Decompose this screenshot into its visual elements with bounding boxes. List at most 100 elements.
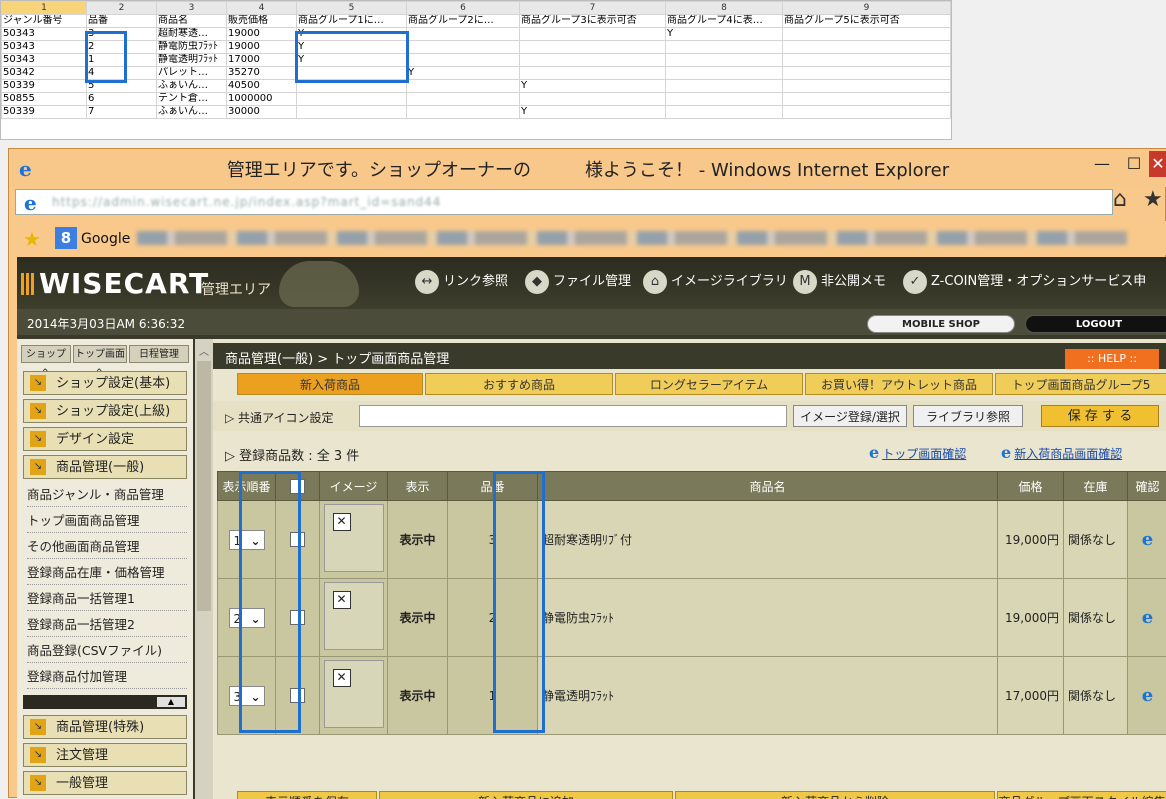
- sheet-cell[interactable]: [666, 54, 783, 67]
- logo[interactable]: WISECART: [39, 267, 209, 300]
- ie-preview-icon[interactable]: e: [1142, 607, 1153, 628]
- sheet-cell[interactable]: 50343: [2, 54, 87, 67]
- scroll-up-icon[interactable]: ︿: [195, 343, 213, 359]
- sheet-cell[interactable]: [666, 41, 783, 54]
- sheet-cell[interactable]: Y: [666, 28, 783, 41]
- google-favorite-link[interactable]: Google: [81, 231, 130, 247]
- sheet-cell[interactable]: [666, 93, 783, 106]
- col-number[interactable]: 7: [520, 2, 666, 15]
- sidebar-section[interactable]: ↘商品管理(一般): [23, 455, 187, 479]
- sheet-cell[interactable]: [520, 41, 666, 54]
- logout-button[interactable]: LOGOUT: [1025, 315, 1166, 333]
- help-button[interactable]: :: HELP ::: [1065, 349, 1159, 369]
- common-icon-input[interactable]: [359, 405, 787, 427]
- sheet-cell[interactable]: [407, 106, 520, 119]
- address-bar[interactable]: e https://admin.wisecart.ne.jp/index.asp…: [15, 189, 1113, 215]
- sheet-cell[interactable]: [407, 93, 520, 106]
- scroll-thumb[interactable]: [197, 361, 211, 611]
- sheet-header-cell[interactable]: ジャンル番号: [2, 15, 87, 28]
- favorites-star-icon[interactable]: ★: [1143, 187, 1163, 212]
- sheet-cell[interactable]: Y: [407, 67, 520, 80]
- google-icon[interactable]: 8: [55, 227, 77, 249]
- sheet-cell[interactable]: 35270: [227, 67, 297, 80]
- save-button[interactable]: 保 存 す る: [1041, 405, 1159, 427]
- sheet-header-cell[interactable]: 商品グループ1に…: [297, 15, 407, 28]
- sheet-cell[interactable]: 50343: [2, 41, 87, 54]
- sheet-header-cell[interactable]: 商品グループ4に表…: [666, 15, 783, 28]
- col-number[interactable]: 2: [87, 2, 157, 15]
- maximize-button[interactable]: ☐: [1119, 151, 1149, 177]
- ie-preview-icon[interactable]: e: [1142, 529, 1153, 550]
- nav-button-2[interactable]: ⌂イメージライブラリ: [643, 269, 788, 295]
- sheet-cell[interactable]: [407, 41, 520, 54]
- sheet-cell[interactable]: 19000: [227, 41, 297, 54]
- sheet-header-cell[interactable]: 商品グループ3に表示可否: [520, 15, 666, 28]
- sheet-cell[interactable]: [783, 93, 951, 106]
- nav-button-0[interactable]: ↔リンク参照: [415, 269, 508, 295]
- mobile-shop-button[interactable]: MOBILE SHOP: [867, 315, 1015, 333]
- sheet-cell[interactable]: [666, 80, 783, 93]
- tab-1[interactable]: おすすめ商品: [425, 373, 613, 395]
- product-image[interactable]: ✕: [324, 582, 384, 650]
- sheet-cell[interactable]: [783, 67, 951, 80]
- sheet-cell[interactable]: 7: [87, 106, 157, 119]
- sheet-cell[interactable]: [520, 54, 666, 67]
- nav-button-3[interactable]: M非公開メモ: [793, 269, 886, 295]
- col-number[interactable]: 4: [227, 2, 297, 15]
- sidebar-link[interactable]: 登録商品付加管理: [27, 665, 187, 689]
- sheet-cell[interactable]: 50855: [2, 93, 87, 106]
- sidebar-mini-tab[interactable]: ショップへ: [21, 345, 71, 363]
- sheet-header-cell[interactable]: 商品グループ2に…: [407, 15, 520, 28]
- sheet-cell[interactable]: [783, 41, 951, 54]
- home-icon[interactable]: ⌂: [1113, 187, 1127, 212]
- col-number[interactable]: 1: [2, 2, 87, 15]
- sheet-cell[interactable]: 50339: [2, 80, 87, 93]
- sidebar-link[interactable]: 登録商品一括管理2: [27, 613, 187, 637]
- sheet-cell[interactable]: [520, 93, 666, 106]
- sheet-cell[interactable]: 40500: [227, 80, 297, 93]
- sidebar-link[interactable]: 商品登録(CSVファイル): [27, 639, 187, 663]
- sheet-cell[interactable]: 19000: [227, 28, 297, 41]
- sheet-cell[interactable]: [783, 80, 951, 93]
- sheet-cell[interactable]: [407, 80, 520, 93]
- sheet-cell[interactable]: 静電透明ﾌﾗｯﾄ: [157, 54, 227, 67]
- library-ref-button[interactable]: ライブラリ参照: [913, 405, 1023, 427]
- sheet-cell[interactable]: パレット…: [157, 67, 227, 80]
- sheet-cell[interactable]: テント倉…: [157, 93, 227, 106]
- top-page-check-link[interactable]: eトップ画面確認: [869, 443, 966, 462]
- minimize-button[interactable]: —: [1087, 151, 1117, 177]
- sidebar-link[interactable]: 登録商品在庫・価格管理: [27, 561, 187, 585]
- sheet-header-cell[interactable]: 品番: [87, 15, 157, 28]
- address-url[interactable]: https://admin.wisecart.ne.jp/index.asp?m…: [52, 195, 441, 209]
- tab-4[interactable]: トップ画面商品グループ5: [995, 373, 1166, 395]
- col-number[interactable]: 8: [666, 2, 783, 15]
- sheet-cell[interactable]: 1000000: [227, 93, 297, 106]
- sidebar-section[interactable]: ↘商品管理(特殊): [23, 715, 187, 739]
- nav-button-4[interactable]: ✓Z-COIN管理・オプションサービス申: [903, 269, 1146, 295]
- sidebar-section[interactable]: ↘注文管理: [23, 743, 187, 767]
- sheet-cell[interactable]: [783, 28, 951, 41]
- tab-2[interactable]: ロングセラーアイテム: [615, 373, 803, 395]
- product-image[interactable]: ✕: [324, 504, 384, 572]
- sheet-cell[interactable]: [520, 67, 666, 80]
- sheet-header-cell[interactable]: 商品名: [157, 15, 227, 28]
- new-arrival-check-link[interactable]: e新入荷商品画面確認: [1001, 443, 1122, 462]
- sidebar-section[interactable]: ↘デザイン設定: [23, 427, 187, 451]
- sidebar-section[interactable]: ↘ショップ設定(上級): [23, 399, 187, 423]
- sidebar-mini-tab[interactable]: トップ画面へ: [73, 345, 127, 363]
- add-favorite-icon[interactable]: ★: [23, 227, 41, 251]
- col-number[interactable]: 6: [407, 2, 520, 15]
- sheet-cell[interactable]: 50342: [2, 67, 87, 80]
- sheet-cell[interactable]: 6: [87, 93, 157, 106]
- sheet-cell[interactable]: 超耐寒透…: [157, 28, 227, 41]
- sidebar-section[interactable]: ↘一般管理: [23, 771, 187, 795]
- sidebar-link[interactable]: 商品ジャンル・商品管理: [27, 483, 187, 507]
- tab-3[interactable]: お買い得！アウトレット商品: [805, 373, 993, 395]
- sheet-cell[interactable]: [666, 67, 783, 80]
- col-number[interactable]: 3: [157, 2, 227, 15]
- nav-button-1[interactable]: ◆ファイル管理: [525, 269, 631, 295]
- sheet-cell[interactable]: ふぁいん…: [157, 80, 227, 93]
- image-register-button[interactable]: イメージ登録/選択: [793, 405, 907, 427]
- col-number[interactable]: 5: [297, 2, 407, 15]
- sheet-cell[interactable]: 30000: [227, 106, 297, 119]
